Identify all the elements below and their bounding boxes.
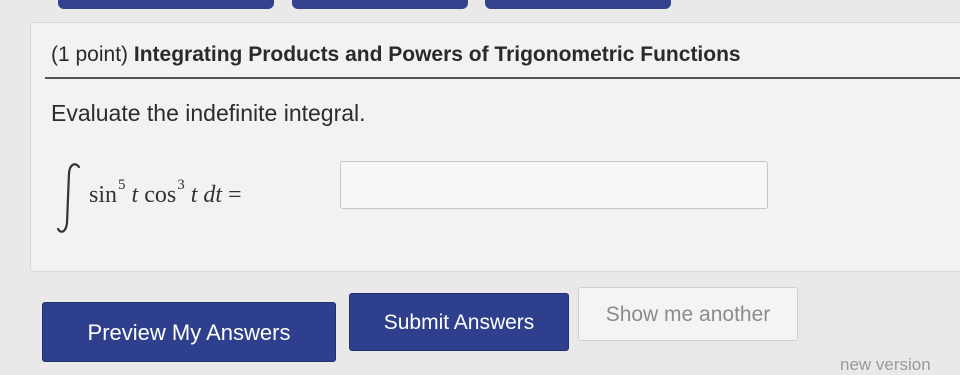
cos-function: cos [144, 182, 177, 208]
answer-input[interactable] [340, 161, 768, 209]
variable-t: t [190, 182, 198, 208]
problem-points: (1 point) [51, 43, 129, 66]
sin-function: sin [89, 182, 118, 208]
math-equation: sin5 t cos3 t dt = [55, 161, 768, 251]
submit-answers-button[interactable]: Submit Answers [349, 293, 569, 351]
problem-header: (1 point) Integrating Products and Power… [51, 43, 741, 67]
integrand-expression: sin5 t cos3 t dt = [89, 177, 242, 209]
equals-sign: = [228, 182, 242, 208]
top-nav-tab-1[interactable] [58, 0, 274, 9]
top-nav-tab-3[interactable] [485, 0, 671, 9]
top-nav-tab-2[interactable] [292, 0, 468, 9]
cos-exponent: 3 [177, 177, 185, 193]
integral-sign-icon [56, 163, 81, 233]
header-divider [45, 77, 960, 79]
footer-partial-text: new version [840, 355, 931, 374]
show-another-button[interactable]: Show me another [578, 287, 798, 341]
variable-t: t [131, 182, 139, 208]
problem-instruction: Evaluate the indefinite integral. [51, 100, 366, 126]
sin-exponent: 5 [118, 177, 126, 193]
preview-answers-button[interactable]: Preview My Answers [42, 302, 336, 362]
problem-title: Integrating Products and Powers of Trigo… [133, 43, 741, 66]
problem-card: (1 point) Integrating Products and Power… [30, 22, 960, 272]
differential-dt: dt [203, 182, 223, 208]
